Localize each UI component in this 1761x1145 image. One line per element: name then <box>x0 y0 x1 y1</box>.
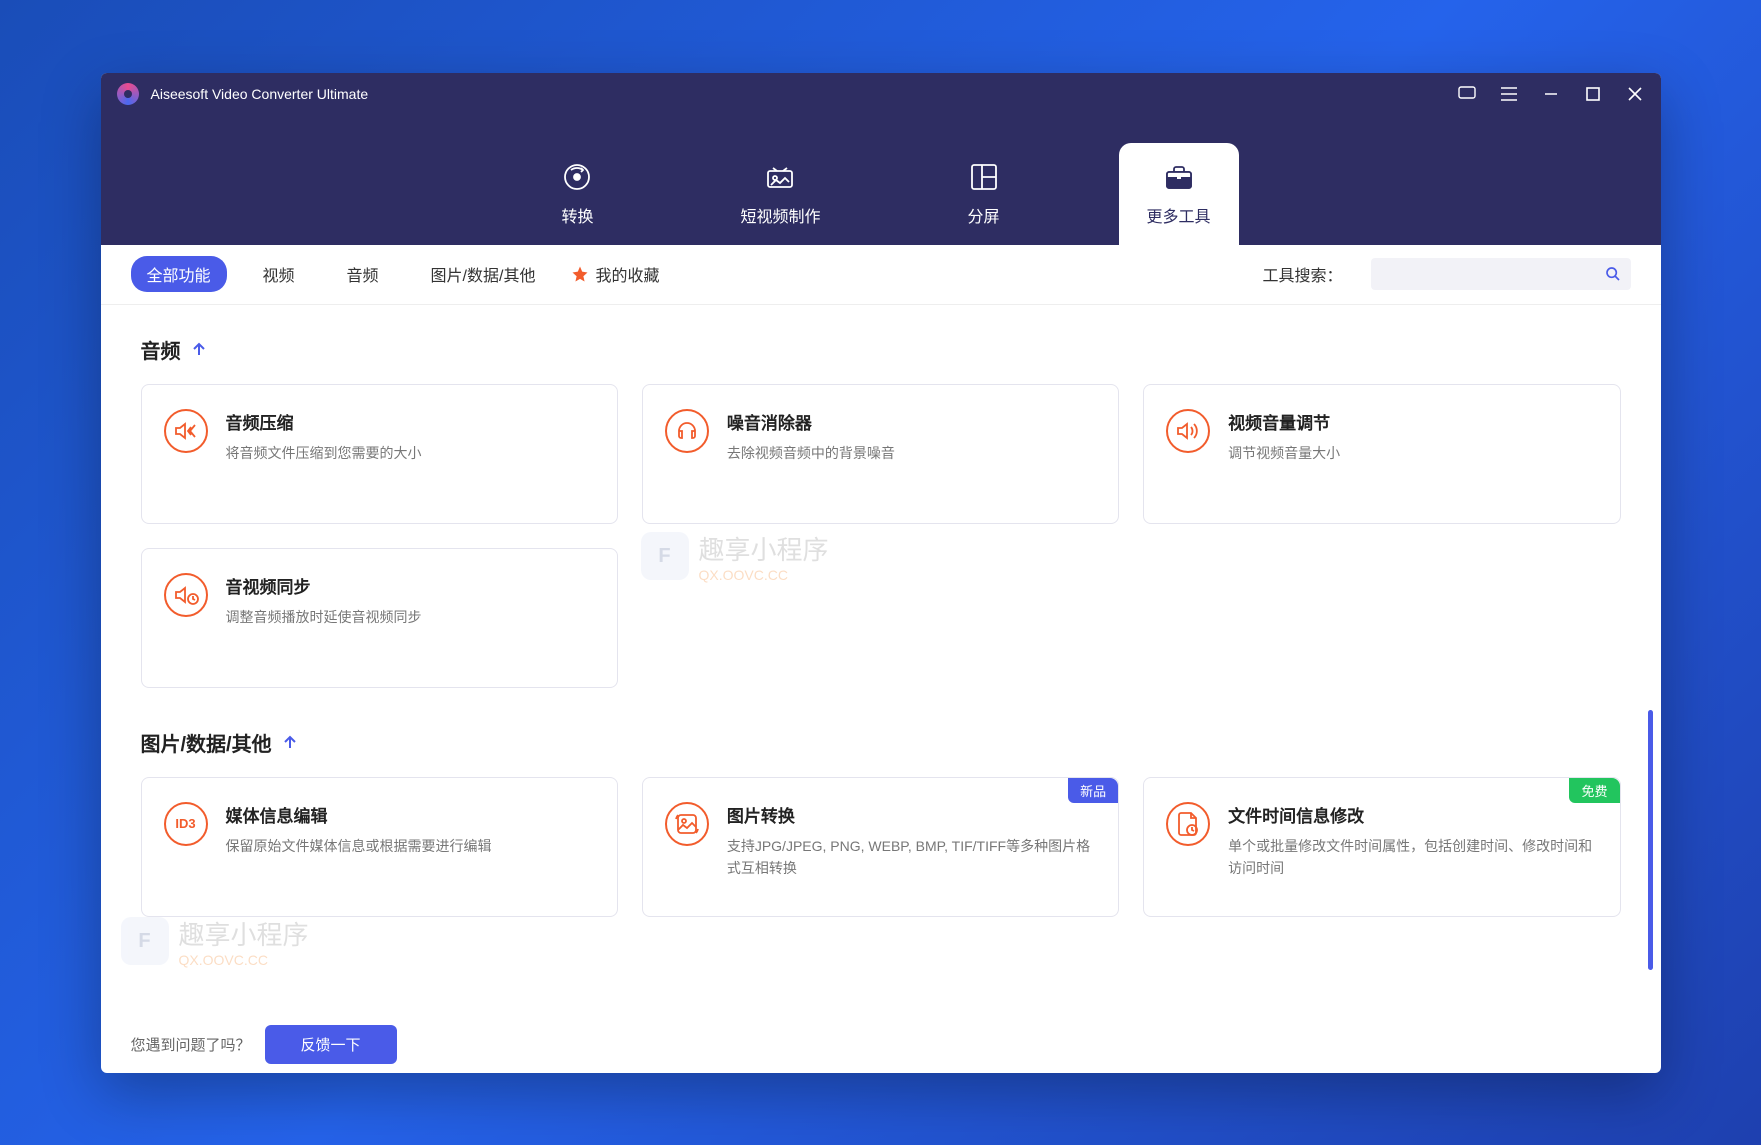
section-image-title: 图片/数据/其他 <box>141 728 1621 757</box>
card-image-convert[interactable]: 新品 图片转换 支持JPG/JPEG, PNG, WEBP, BMP, TIF/… <box>642 777 1119 917</box>
audio-compress-icon <box>164 409 208 453</box>
card-desc: 保留原始文件媒体信息或根据需要进行编辑 <box>226 835 595 857</box>
maximize-icon[interactable] <box>1583 84 1603 104</box>
convert-icon <box>561 161 593 193</box>
search-icon[interactable] <box>1605 266 1621 282</box>
tab-tools-label: 更多工具 <box>1147 203 1211 227</box>
card-title: 音频压缩 <box>226 409 595 434</box>
file-time-icon <box>1166 802 1210 846</box>
collapse-icon[interactable] <box>191 341 207 357</box>
app-logo-icon <box>117 83 139 105</box>
content-area: 音频 音频压缩 将音频文件压缩到您需要的大小 噪音消除器 <box>101 305 1661 1017</box>
image-convert-icon <box>665 802 709 846</box>
footer-question: 您遇到问题了吗？ <box>131 1034 251 1055</box>
card-title: 媒体信息编辑 <box>226 802 595 827</box>
card-noise-remove[interactable]: 噪音消除器 去除视频音频中的背景噪音 <box>642 384 1119 524</box>
titlebar-controls <box>1457 84 1645 104</box>
mv-icon <box>764 161 796 193</box>
search-label: 工具搜索： <box>1262 262 1342 286</box>
titlebar: Aiseesoft Video Converter Ultimate <box>101 73 1661 115</box>
card-title: 图片转换 <box>727 802 1096 827</box>
noise-remove-icon <box>665 409 709 453</box>
filter-favorites[interactable]: 我的收藏 <box>571 262 659 286</box>
filter-favorites-label: 我的收藏 <box>595 262 659 286</box>
minimize-icon[interactable] <box>1541 84 1561 104</box>
collapse-icon[interactable] <box>282 734 298 750</box>
card-title: 视频音量调节 <box>1228 409 1597 434</box>
card-desc: 将音频文件压缩到您需要的大小 <box>226 442 595 464</box>
tab-collage[interactable]: 分屏 <box>929 143 1039 245</box>
card-media-info[interactable]: ID3 媒体信息编辑 保留原始文件媒体信息或根据需要进行编辑 <box>141 777 618 917</box>
feedback-button[interactable]: 反馈一下 <box>265 1025 397 1064</box>
menu-icon[interactable] <box>1499 84 1519 104</box>
card-volume-adjust[interactable]: 视频音量调节 调节视频音量大小 <box>1143 384 1620 524</box>
av-sync-icon <box>164 573 208 617</box>
filter-bar: 全部功能 视频 音频 图片/数据/其他 我的收藏 工具搜索： <box>101 245 1661 305</box>
search-input[interactable] <box>1381 266 1605 282</box>
app-title: Aiseesoft Video Converter Ultimate <box>151 86 369 102</box>
tab-mv[interactable]: 短视频制作 <box>712 143 848 245</box>
filter-image[interactable]: 图片/数据/其他 <box>415 256 552 292</box>
watermark: F 趣享小程序 QX.OOVC.CC <box>121 915 309 968</box>
filter-video[interactable]: 视频 <box>247 256 311 292</box>
card-av-sync[interactable]: 音视频同步 调整音频播放时延使音视频同步 <box>141 548 618 688</box>
filter-all[interactable]: 全部功能 <box>131 256 227 292</box>
main-nav: 转换 短视频制作 分屏 更多工具 <box>101 115 1661 245</box>
search-box[interactable] <box>1371 258 1631 290</box>
close-icon[interactable] <box>1625 84 1645 104</box>
card-desc: 支持JPG/JPEG, PNG, WEBP, BMP, TIF/TIFF等多种图… <box>727 835 1096 880</box>
card-desc: 调节视频音量大小 <box>1228 442 1597 464</box>
card-file-time[interactable]: 免费 文件时间信息修改 单个或批量修改文件时间属性，包括创建时间、修改时间和访问… <box>1143 777 1620 917</box>
card-audio-compress[interactable]: 音频压缩 将音频文件压缩到您需要的大小 <box>141 384 618 524</box>
collage-icon <box>968 161 1000 193</box>
id3-icon: ID3 <box>164 802 208 846</box>
tab-mv-label: 短视频制作 <box>740 203 820 227</box>
image-cards-grid: ID3 媒体信息编辑 保留原始文件媒体信息或根据需要进行编辑 新品 图片转换 支… <box>141 777 1621 917</box>
card-desc: 调整音频播放时延使音视频同步 <box>226 606 595 628</box>
card-title: 噪音消除器 <box>727 409 1096 434</box>
scrollbar-thumb[interactable] <box>1648 710 1653 970</box>
footer-bar: 您遇到问题了吗？ 反馈一下 <box>101 1017 1661 1073</box>
card-title: 文件时间信息修改 <box>1228 802 1597 827</box>
tab-convert-label: 转换 <box>561 203 593 227</box>
badge-new: 新品 <box>1068 778 1118 803</box>
filter-audio[interactable]: 音频 <box>331 256 395 292</box>
section-audio-title: 音频 <box>141 335 1621 364</box>
feedback-icon[interactable] <box>1457 84 1477 104</box>
badge-free: 免费 <box>1569 778 1619 803</box>
tab-tools[interactable]: 更多工具 <box>1119 143 1239 245</box>
toolbox-icon <box>1163 161 1195 193</box>
audio-cards-grid: 音频压缩 将音频文件压缩到您需要的大小 噪音消除器 去除视频音频中的背景噪音 <box>141 384 1621 688</box>
volume-adjust-icon <box>1166 409 1210 453</box>
card-desc: 去除视频音频中的背景噪音 <box>727 442 1096 464</box>
tab-convert[interactable]: 转换 <box>522 143 632 245</box>
card-desc: 单个或批量修改文件时间属性，包括创建时间、修改时间和访问时间 <box>1228 835 1597 880</box>
tab-collage-label: 分屏 <box>967 203 999 227</box>
card-title: 音视频同步 <box>226 573 595 598</box>
app-window: Aiseesoft Video Converter Ultimate <box>101 73 1661 1073</box>
